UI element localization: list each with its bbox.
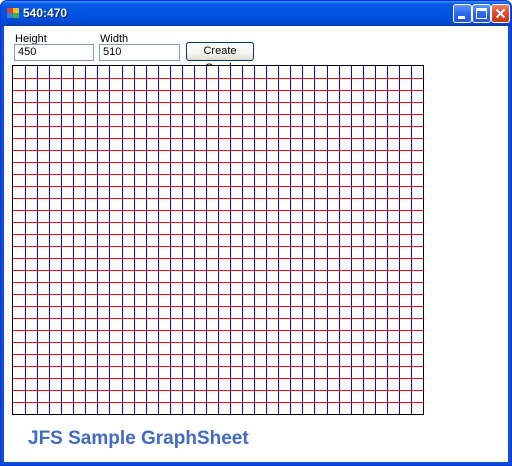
minimize-button[interactable] [453,4,472,23]
window-title: 540:470 [23,6,68,20]
app-icon [7,8,19,18]
close-icon [495,8,506,19]
close-button[interactable] [491,4,510,23]
create-graph-button[interactable]: Create Graph [186,42,254,74]
minimize-icon [458,16,465,19]
title-bar[interactable]: 540:470 [1,1,511,26]
maximize-icon [476,8,487,19]
width-input[interactable]: 510 [99,44,180,61]
height-input[interactable]: 450 [14,44,94,61]
graphsheet-caption: JFS Sample GraphSheet [28,428,249,449]
graph-grid [13,66,423,414]
maximize-button[interactable] [472,4,491,23]
app-window: 540:470 Height 450 Width 510 Create Grap… [0,0,512,466]
form-client-area: Height 450 Width 510 Create Graph JFS Sa… [4,26,508,462]
graph-sheet [12,65,424,415]
